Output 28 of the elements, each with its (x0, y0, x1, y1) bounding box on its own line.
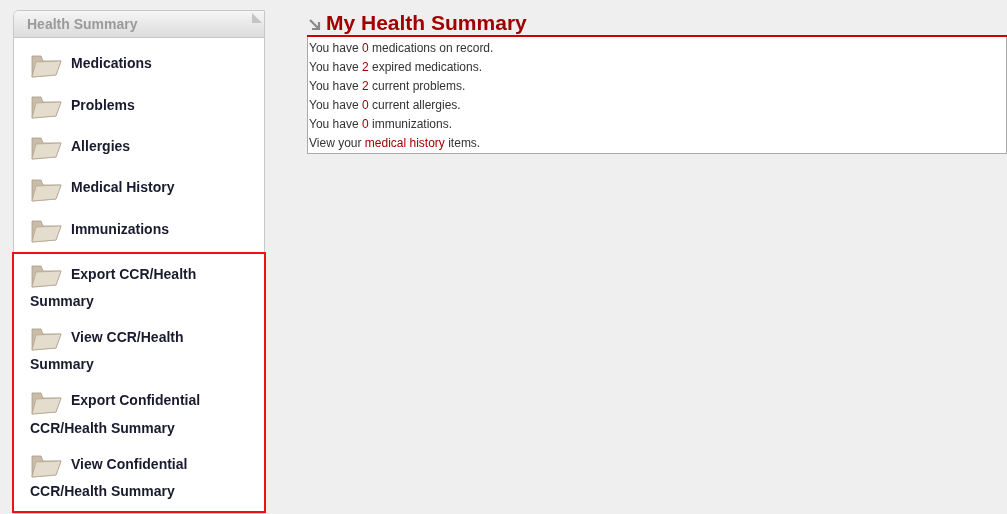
arrow-icon (308, 17, 322, 32)
summary-line: You have 2 expired medications. (309, 59, 484, 76)
sidebar-link[interactable]: Problems (30, 89, 230, 121)
folder-icon (30, 134, 62, 161)
sidebar-link[interactable]: Medical History (30, 172, 230, 204)
folder-icon (30, 262, 62, 289)
folder-icon (30, 452, 62, 478)
summary-line: You have 2 current problems. (309, 78, 467, 95)
summary-line: You have 0 medications on record. (309, 40, 495, 57)
summary-link[interactable]: 2 (361, 60, 369, 74)
sidebar-link[interactable]: Export Confidential CCR/Health Summary (30, 385, 230, 443)
page-title: My Health Summary (326, 12, 527, 33)
summary-line: You have 0 current allergies. (309, 97, 462, 114)
sidebar-link[interactable]: View CCR/Health Summary (30, 322, 230, 380)
folder-icon (30, 325, 62, 352)
sidebar-link[interactable]: Medications (30, 48, 230, 80)
panel-title: Health Summary (27, 14, 138, 34)
summary-link[interactable]: 0 (361, 41, 369, 55)
summary-link[interactable]: 0 (361, 117, 369, 131)
sidebar-link[interactable]: Immunizations (30, 213, 230, 245)
sidebar-link[interactable]: Allergies (30, 130, 230, 163)
summary-link[interactable]: medical history (364, 136, 445, 150)
summary-link[interactable]: 2 (361, 79, 369, 93)
summary-line: View your medical history items. (309, 135, 482, 152)
summary-link[interactable]: 0 (361, 98, 369, 112)
summary-line: You have 0 immunizations. (309, 116, 453, 133)
sidebar-link[interactable]: Export CCR/Health Summary (30, 258, 230, 317)
sidebar-link[interactable]: View Confidential CCR/Health Summary (30, 448, 230, 506)
